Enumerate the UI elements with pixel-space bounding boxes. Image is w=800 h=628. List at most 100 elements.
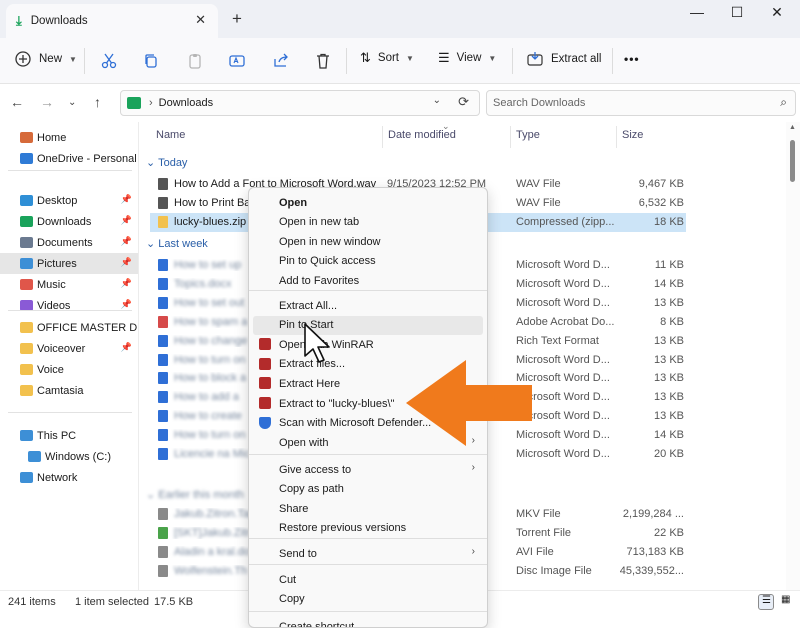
menu-item-label: Open in new tab <box>279 216 360 229</box>
copy-icon[interactable] <box>142 52 160 70</box>
maximize-button[interactable]: ☐ <box>722 4 752 21</box>
sidebar-item-home[interactable]: Home <box>0 127 138 148</box>
file-size: 6,532 KB <box>638 197 684 209</box>
group-header-today[interactable]: ⌄ Today <box>146 156 187 169</box>
scroll-up-icon[interactable]: ▲ <box>789 124 796 131</box>
details-view-button[interactable]: ☰ <box>758 594 774 610</box>
breadcrumb-downloads[interactable]: Downloads <box>159 97 213 109</box>
menu-item-give-access-to[interactable]: Give access to › <box>253 460 483 479</box>
toolbar-divider <box>84 48 85 74</box>
menu-item-extract-all[interactable]: Extract All... <box>253 296 483 315</box>
selection-size: 17.5 KB <box>154 596 194 608</box>
file-type: AVI File <box>516 546 554 558</box>
sidebar-item-label: OneDrive - Personal <box>37 152 137 165</box>
address-dropdown-icon[interactable]: ⌄ <box>433 95 441 106</box>
menu-item-copy[interactable]: Copy <box>253 590 483 609</box>
sidebar-item-label: Downloads <box>37 215 92 228</box>
document-icon <box>158 296 168 309</box>
minimize-button[interactable]: — <box>682 4 712 20</box>
folder-icon <box>20 237 33 248</box>
sidebar-item-windows-c[interactable]: Windows (C:) <box>0 446 138 467</box>
file-size: 22 KB <box>654 527 684 539</box>
share-icon[interactable] <box>272 52 290 70</box>
download-icon: ⤓ <box>16 13 22 28</box>
close-tab-icon[interactable]: ✕ <box>195 12 206 28</box>
menu-item-copy-as-path[interactable]: Copy as path <box>253 480 483 499</box>
extract-all-button[interactable]: Extract all <box>526 50 602 68</box>
sidebar-item-voice[interactable]: Voice <box>0 359 138 380</box>
menu-item-open-in-new-window[interactable]: Open in new window <box>253 232 483 251</box>
new-tab-button[interactable]: + <box>232 9 242 29</box>
sidebar-item-videos[interactable]: Videos 📌 <box>0 295 138 316</box>
tiles-view-button[interactable]: ▦ <box>778 594 794 610</box>
menu-item-pin-to-start[interactable]: Pin to Start <box>253 315 483 335</box>
menu-item-open[interactable]: Open <box>253 193 483 212</box>
menu-item-create-shortcut[interactable]: Create shortcut <box>253 617 483 628</box>
menu-item-restore-previous-versions[interactable]: Restore previous versions <box>253 519 483 538</box>
rename-icon[interactable] <box>228 52 246 70</box>
up-arrow-icon[interactable]: ↑ <box>94 94 101 110</box>
menu-item-share[interactable]: Share <box>253 499 483 518</box>
sidebar-item-pictures[interactable]: Pictures 📌 <box>0 253 138 274</box>
sidebar-item-voiceover[interactable]: Voiceover 📌 <box>0 338 138 359</box>
document-icon <box>158 259 168 271</box>
file-name: How to set up <box>174 259 242 271</box>
refresh-icon[interactable]: ⟳ <box>458 94 469 110</box>
back-arrow-icon[interactable]: ← <box>10 94 24 110</box>
menu-separator <box>249 454 487 455</box>
group-header-last-week[interactable]: ⌄ Last week <box>146 237 208 250</box>
file-name: How to create <box>174 410 242 423</box>
column-header-type[interactable]: Type <box>516 129 540 141</box>
close-window-button[interactable]: ✕ <box>762 4 792 21</box>
recent-locations-chevron-icon[interactable]: ⌄ <box>68 97 76 108</box>
folder-icon <box>20 364 33 375</box>
folder-icon <box>20 153 33 164</box>
address-bar[interactable]: › Downloads ⌄ ⟳ <box>120 90 480 116</box>
menu-item-cut[interactable]: Cut <box>253 570 483 589</box>
sidebar-item-camtasia[interactable]: Camtasia <box>0 380 138 401</box>
chevron-down-icon: ▼ <box>69 54 77 64</box>
sidebar-item-label: This PC <box>37 429 77 442</box>
column-header-size[interactable]: Size <box>622 129 643 141</box>
document-icon <box>158 448 168 460</box>
sidebar-item-onedrive-personal[interactable]: OneDrive - Personal <box>0 148 138 169</box>
scroll-thumb[interactable] <box>790 140 795 182</box>
file-name: How to set out <box>174 296 245 309</box>
menu-item-open-in-new-tab[interactable]: Open in new tab <box>253 213 483 232</box>
menu-item-add-to-favorites[interactable]: Add to Favorites <box>253 271 483 290</box>
sort-button[interactable]: ⇅ Sort ▼ <box>360 50 414 66</box>
menu-item-pin-to-quick-access[interactable]: Pin to Quick access <box>253 252 483 271</box>
sort-icon: ⇅ <box>360 50 371 65</box>
sidebar-item-downloads[interactable]: Downloads 📌 <box>0 211 138 232</box>
delete-icon[interactable] <box>314 52 332 70</box>
column-header-name[interactable]: Name <box>156 129 185 141</box>
file-name: Topics.docx <box>174 277 232 290</box>
sort-indicator-icon: ⌄ <box>442 121 450 131</box>
view-button[interactable]: ☰ View ▼ <box>438 50 496 66</box>
group-header-earlier[interactable]: ⌄ Earlier this month <box>146 488 244 501</box>
orange-arrow-annotation <box>406 360 532 446</box>
file-name: How to block a <box>174 372 247 385</box>
sidebar-item-label: Desktop <box>37 194 78 207</box>
tab-downloads[interactable]: ⤓ Downloads ✕ <box>6 4 218 38</box>
sidebar-item-network[interactable]: Network <box>0 467 138 488</box>
sidebar-item-label: Windows (C:) <box>45 450 112 463</box>
sidebar-item-label: OFFICE MASTER D <box>37 321 138 334</box>
paste-icon[interactable] <box>186 52 204 70</box>
search-input[interactable]: Search Downloads ⌕ <box>486 90 796 116</box>
new-button[interactable]: New ▼ <box>14 50 77 68</box>
cut-icon[interactable] <box>100 52 118 70</box>
sidebar-item-office-master-d[interactable]: OFFICE MASTER D <box>0 317 138 338</box>
menu-item-open-with-winrar[interactable]: Open with WinRAR <box>253 335 483 354</box>
folder-icon <box>20 195 33 206</box>
sidebar-item-music[interactable]: Music 📌 <box>0 274 138 295</box>
sidebar-item-desktop[interactable]: Desktop 📌 <box>0 190 138 211</box>
sidebar-item-label: Voiceover <box>37 342 86 355</box>
vertical-scrollbar[interactable]: ▲ <box>786 122 800 590</box>
menu-item-send-to[interactable]: Send to › <box>253 544 483 563</box>
sidebar-item-this-pc[interactable]: This PC <box>0 425 138 446</box>
forward-arrow-icon[interactable]: → <box>40 94 54 110</box>
sidebar-item-documents[interactable]: Documents 📌 <box>0 232 138 253</box>
sidebar-item-label: Pictures <box>37 257 77 270</box>
more-options-icon[interactable]: ••• <box>624 52 640 66</box>
